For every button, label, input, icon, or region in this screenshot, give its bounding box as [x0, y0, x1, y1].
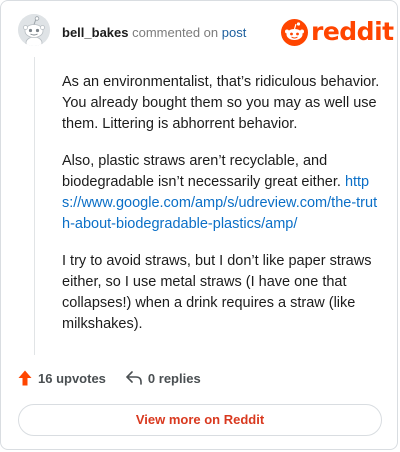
- reply-arrow-icon: [126, 371, 142, 385]
- comment-paragraph: I try to avoid straws, but I don’t like …: [62, 253, 372, 332]
- comment-header: bell_bakes commented on post: [62, 25, 246, 41]
- comment-paragraph-text: Also, plastic straws aren’t recyclable, …: [62, 153, 341, 190]
- reddit-logo[interactable]: reddit: [281, 17, 394, 47]
- reddit-snoo-icon: [281, 18, 308, 46]
- upvote-arrow-icon: [18, 370, 32, 386]
- comment-paragraph: As an environmentalist, that’s ridiculou…: [62, 74, 380, 132]
- thread-line[interactable]: [34, 57, 35, 355]
- commented-on-text: commented on: [132, 25, 219, 40]
- upvote-count: 16 upvotes: [38, 370, 106, 386]
- upvote-button[interactable]: 16 upvotes: [18, 370, 106, 386]
- comment-paragraph: Also, plastic straws aren’t recyclable, …: [62, 151, 380, 235]
- reply-button[interactable]: 0 replies: [126, 371, 201, 386]
- comment-actions: 16 upvotes 0 replies: [18, 370, 201, 386]
- comment-body: As an environmentalist, that’s ridiculou…: [62, 72, 380, 351]
- reddit-wordmark: reddit: [311, 17, 394, 46]
- view-more-on-reddit-button[interactable]: View more on Reddit: [18, 404, 382, 436]
- embedded-comment-card: bell_bakes commented on post reddit As a…: [0, 0, 398, 450]
- post-link[interactable]: post: [222, 25, 247, 40]
- reply-count: 0 replies: [147, 370, 201, 386]
- username-link[interactable]: bell_bakes: [62, 25, 129, 40]
- snoo-avatar-icon[interactable]: [18, 14, 50, 46]
